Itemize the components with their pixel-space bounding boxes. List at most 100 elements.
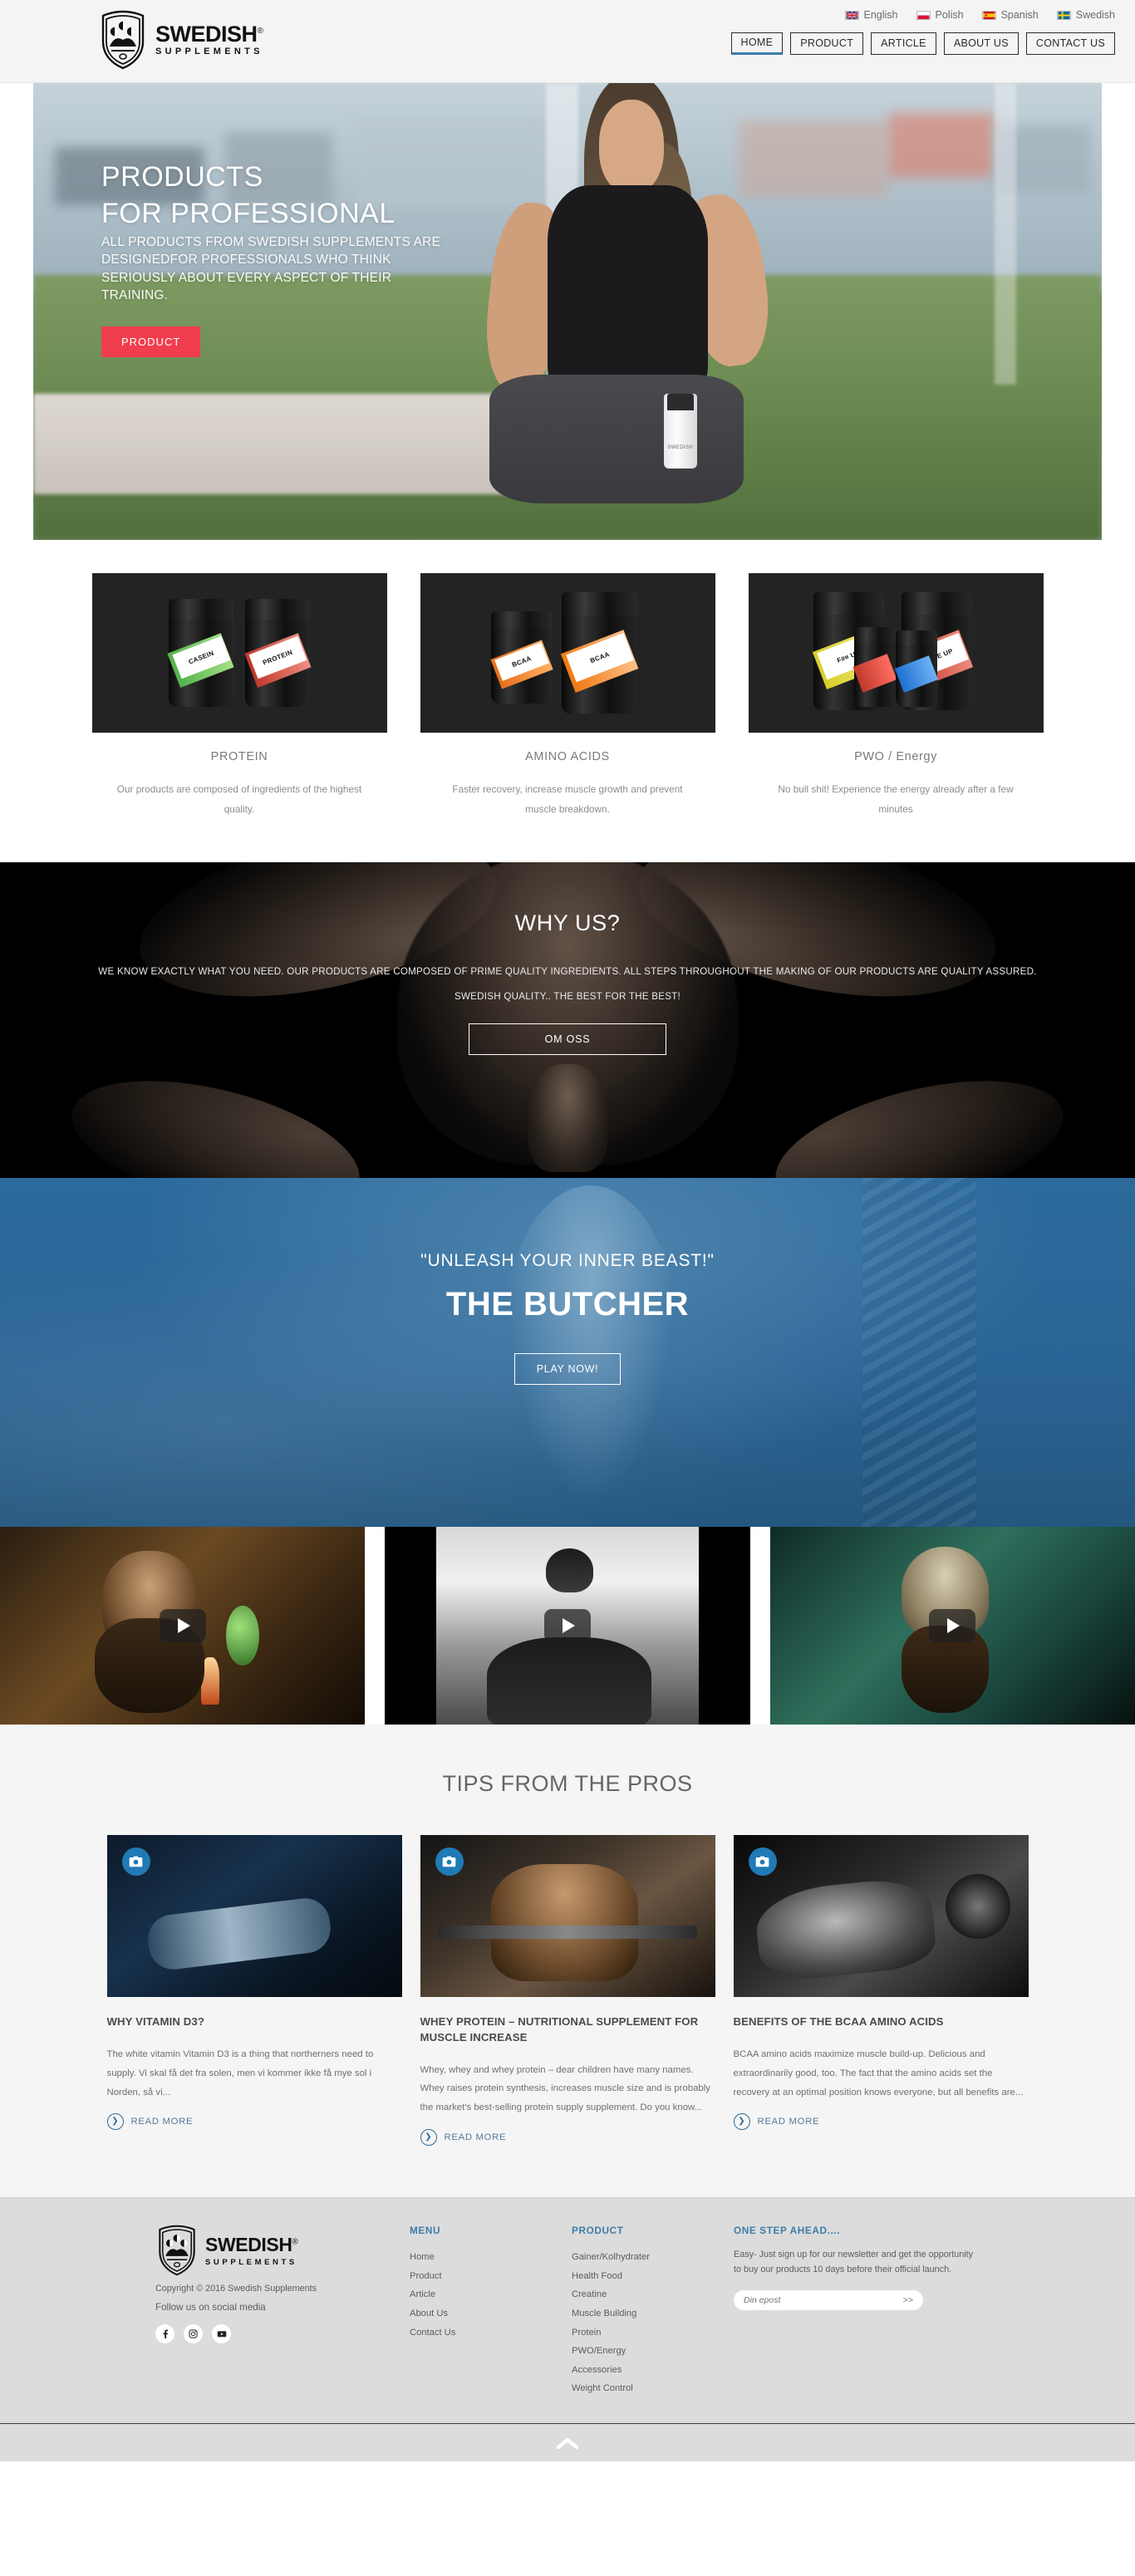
article-body-2: Whey, whey and whey protein – dear child… [420,2064,710,2113]
footer-newsletter-column: ONE STEP AHEAD.... Easy- Just sign up fo… [734,2225,983,2398]
why-us-background-image [0,862,1135,1179]
footer-menu-item-article[interactable]: Article [410,2285,572,2304]
language-option-swedish[interactable]: Swedish [1056,9,1115,21]
hero-content: PRODUCTS FOR PROFESSIONAL ALL PRODUCTS F… [101,159,459,357]
tips-section: TIPS FROM THE PROS WHY VITAMIN D3? The w… [0,1725,1135,2198]
article-body-3: BCAA amino acids maximize muscle build-u… [733,2049,1024,2098]
butcher-title: THE BUTCHER [445,1286,690,1323]
butcher-play-now-button[interactable]: PLAY NOW! [513,1353,622,1386]
youtube-icon[interactable] [212,2324,231,2344]
category-card-amino-acids[interactable]: BCAA BCAA AMINO ACIDS Faster recovery, i… [420,573,715,819]
play-icon[interactable] [543,1609,591,1643]
read-more-label-1: READ MORE [130,2117,194,2127]
footer-product-item-creatine[interactable]: Creatine [572,2285,734,2304]
read-more-link-2[interactable]: ❯ READ MORE [420,2129,715,2147]
why-us-paragraph: WE KNOW EXACTLY WHAT YOU NEED. OUR PRODU… [98,966,1037,978]
butcher-promo-section: "UNLEASH YOUR INNER BEAST!" THE BUTCHER … [0,1178,1135,1528]
footer-product-item-muscle-building[interactable]: Muscle Building [572,2304,734,2323]
category-image-pwo-energy: F#¤ UP WAKE UP [748,573,1044,733]
product-categories: CASEIN PROTEIN PROTEIN Our products are … [0,540,1135,863]
language-label-polish: Polish [935,9,964,21]
language-option-polish[interactable]: Polish [916,9,964,21]
tips-grid: WHY VITAMIN D3? The white vitamin Vitami… [0,1835,1135,2147]
logo-main-text: SWEDISH [155,22,258,47]
hero-athlete-figure [460,83,823,503]
language-label-swedish: Swedish [1075,9,1115,21]
category-title-amino-acids: AMINO ACIDS [525,750,610,763]
shield-logo-icon [159,2225,195,2276]
article-card-1[interactable]: WHY VITAMIN D3? The white vitamin Vitami… [106,1835,402,2146]
hero-subtitle: ALL PRODUCTS FROM SWEDISH SUPPLEMENTS AR… [101,235,441,303]
language-selector: English Polish Spanish Swedish [844,9,1115,21]
footer-follow-text: Follow us on social media [155,2302,266,2313]
hero-product-button[interactable]: PRODUCT [101,326,201,357]
nav-item-article[interactable]: ARTICLE [871,32,936,55]
video-thumbnail-3[interactable] [769,1527,1135,1725]
footer-copyright: Copyright © 2016 Swedish Supplements [155,2284,317,2294]
language-option-english[interactable]: English [844,9,898,21]
play-icon[interactable] [929,1609,976,1643]
why-us-om-oss-button[interactable]: OM OSS [469,1023,666,1055]
footer-menu-item-about-us[interactable]: About Us [410,2304,572,2323]
nav-item-product[interactable]: PRODUCT [790,32,864,55]
camera-icon [748,1847,777,1877]
footer-product-item-protein[interactable]: Protein [572,2323,734,2343]
language-label-spanish: Spanish [1000,9,1039,21]
butcher-background-image [0,1178,1135,1528]
camera-icon [435,1847,464,1877]
instagram-icon[interactable] [184,2324,203,2344]
article-image-1 [106,1835,402,1998]
why-us-title: WHY US? [514,910,621,936]
footer-product-item-pwo-energy[interactable]: PWO/Energy [572,2342,734,2361]
chevron-right-icon: ❯ [106,2113,124,2131]
video-thumbnail-1[interactable] [0,1527,366,1725]
flag-sweden-icon [1056,10,1071,20]
footer-menu-item-contact-us[interactable]: Contact Us [410,2323,572,2343]
facebook-icon[interactable] [155,2324,174,2344]
scroll-to-top-bar[interactable] [0,2423,1135,2462]
article-card-2[interactable]: WHEY PROTEIN – NUTRITIONAL SUPPLEMENT FO… [420,1835,715,2147]
footer-menu-column: MENU Home Product Article About Us Conta… [410,2225,572,2398]
category-title-pwo-energy: PWO / Energy [854,750,937,763]
read-more-label-3: READ MORE [757,2117,820,2127]
site-logo[interactable]: SWEDISH® SUPPLEMENTS [98,10,263,70]
nav-item-home[interactable]: HOME [730,32,784,55]
tips-title: TIPS FROM THE PROS [442,1771,693,1797]
flag-uk-icon [844,10,859,20]
shield-logo-icon [101,10,145,70]
article-image-2 [420,1835,715,1998]
why-us-paragraph-2: SWEDISH QUALITY.. THE BEST FOR THE BEST! [454,990,681,1002]
language-option-spanish[interactable]: Spanish [981,9,1039,21]
read-more-link-3[interactable]: ❯ READ MORE [733,2113,1029,2131]
article-card-3[interactable]: BENEFITS OF THE BCAA AMINO ACIDS BCAA am… [733,1835,1029,2146]
footer-product-item-gainer[interactable]: Gainer/Kolhydrater [572,2248,734,2267]
hero-shaker-bottle: SWEDISH [663,394,697,469]
article-body-1: The white vitamin Vitamin D3 is a thing … [106,2049,374,2098]
category-card-pwo-energy[interactable]: F#¤ UP WAKE UP PWO / Energy No bull shit… [748,573,1044,819]
category-desc-pwo-energy: No bull shit! Experience the energy alre… [778,783,1014,815]
chain-decoration [862,1178,976,1528]
footer-menu-item-product[interactable]: Product [410,2267,572,2286]
nav-item-about-us[interactable]: ABOUT US [943,32,1019,55]
footer-product-heading: PRODUCT [572,2225,624,2237]
video-thumbnail-2[interactable] [385,1527,750,1725]
footer-menu-item-home[interactable]: Home [410,2248,572,2267]
category-image-protein: CASEIN PROTEIN [91,573,387,733]
chevron-up-icon[interactable] [557,2436,578,2449]
category-title-protein: PROTEIN [210,750,268,763]
hero-shaker-label: SWEDISH [667,445,694,450]
nav-item-contact-us[interactable]: CONTACT US [1025,32,1115,55]
newsletter-form: >> [734,2290,923,2311]
read-more-link-1[interactable]: ❯ READ MORE [106,2113,402,2131]
footer-product-item-health-food[interactable]: Health Food [572,2267,734,2286]
camera-icon [121,1847,150,1877]
article-image-3 [733,1835,1029,1998]
category-card-protein[interactable]: CASEIN PROTEIN PROTEIN Our products are … [91,573,387,819]
newsletter-email-input[interactable] [744,2295,885,2306]
footer-product-item-accessories[interactable]: Accessories [572,2361,734,2380]
newsletter-submit-button[interactable]: >> [903,2295,913,2305]
footer-logo[interactable]: SWEDISH® SUPPLEMENTS [155,2225,410,2276]
footer-brand-column: SWEDISH® SUPPLEMENTS Copyright © 2016 Sw… [152,2225,410,2398]
footer-product-item-weight-control[interactable]: Weight Control [572,2379,734,2398]
play-icon[interactable] [159,1609,206,1643]
